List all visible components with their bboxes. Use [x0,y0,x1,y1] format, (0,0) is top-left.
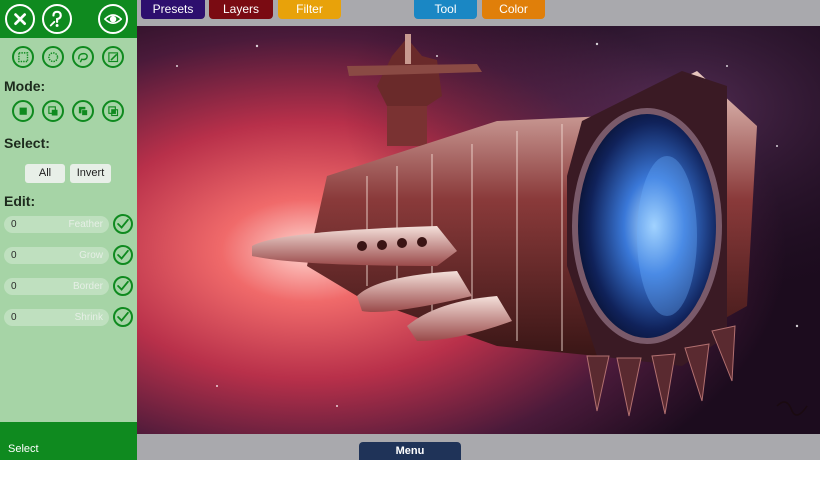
tab-layers[interactable]: Layers [209,0,273,19]
check-icon [117,311,129,322]
drawing-canvas[interactable] [137,26,820,434]
check-icon [117,280,129,291]
select-invert-button[interactable]: Invert [70,164,111,183]
grow-value: 0 [11,250,17,261]
panel-footer-label: Select [8,443,39,455]
border-apply-button[interactable] [113,276,133,296]
border-value: 0 [11,281,17,292]
ellipse-select-button[interactable] [42,46,64,68]
check-icon [117,218,129,229]
lasso-icon [77,52,88,63]
help-icon [49,10,62,27]
mode-heading: Mode: [4,78,46,94]
mode-subtract-icon [78,106,88,116]
tab-tool[interactable]: Tool [414,0,477,19]
lasso-select-button[interactable] [72,46,94,68]
rect-select-icon [17,51,29,63]
mode-add-icon [48,106,58,116]
magic-wand-icon [108,52,118,62]
close-icon [14,13,26,25]
feather-field[interactable]: 0 Feather [4,216,109,233]
grow-field[interactable]: 0 Grow [4,247,109,264]
border-label: Border [72,281,103,292]
check-icon [117,249,129,260]
bottom-margin [0,460,820,480]
close-button[interactable] [5,4,35,34]
visibility-icon [103,14,123,24]
ellipse-select-icon [47,51,59,63]
shrink-label: Shrink [74,312,103,323]
panel-footer: Select [0,422,137,460]
grow-label: Grow [79,250,103,261]
rect-select-button[interactable] [12,46,34,68]
bottom-toolbar: Menu [137,434,820,460]
mode-subtract-button[interactable] [72,100,94,122]
select-all-button[interactable]: All [25,164,65,183]
artwork-image [137,26,820,434]
help-button[interactable] [42,4,72,34]
tab-presets[interactable]: Presets [141,0,205,19]
mode-add-button[interactable] [42,100,64,122]
feather-value: 0 [11,219,17,230]
shrink-apply-button[interactable] [113,307,133,327]
tab-filter[interactable]: Filter [278,0,341,19]
feather-apply-button[interactable] [113,214,133,234]
magic-wand-button[interactable] [102,46,124,68]
mode-replace-icon [19,107,27,115]
top-toolbar: Presets Layers Filter Tool Color [137,0,820,26]
border-field[interactable]: 0 Border [4,278,109,295]
select-panel: Mode: Select: All Invert Edit: 0 Feather… [0,0,137,460]
grow-apply-button[interactable] [113,245,133,265]
mode-replace-button[interactable] [12,100,34,122]
shrink-field[interactable]: 0 Shrink [4,309,109,326]
tab-color[interactable]: Color [482,0,545,19]
edit-heading: Edit: [4,193,36,209]
shrink-value: 0 [11,312,17,323]
visibility-button[interactable] [98,4,128,34]
mode-intersect-button[interactable] [102,100,124,122]
app-window: Presets Layers Filter Tool Color Mode: S… [0,0,820,480]
menu-button[interactable]: Menu [359,442,461,460]
feather-label: Feather [68,219,103,230]
mode-intersect-icon [108,106,118,116]
select-heading: Select: [4,135,50,151]
